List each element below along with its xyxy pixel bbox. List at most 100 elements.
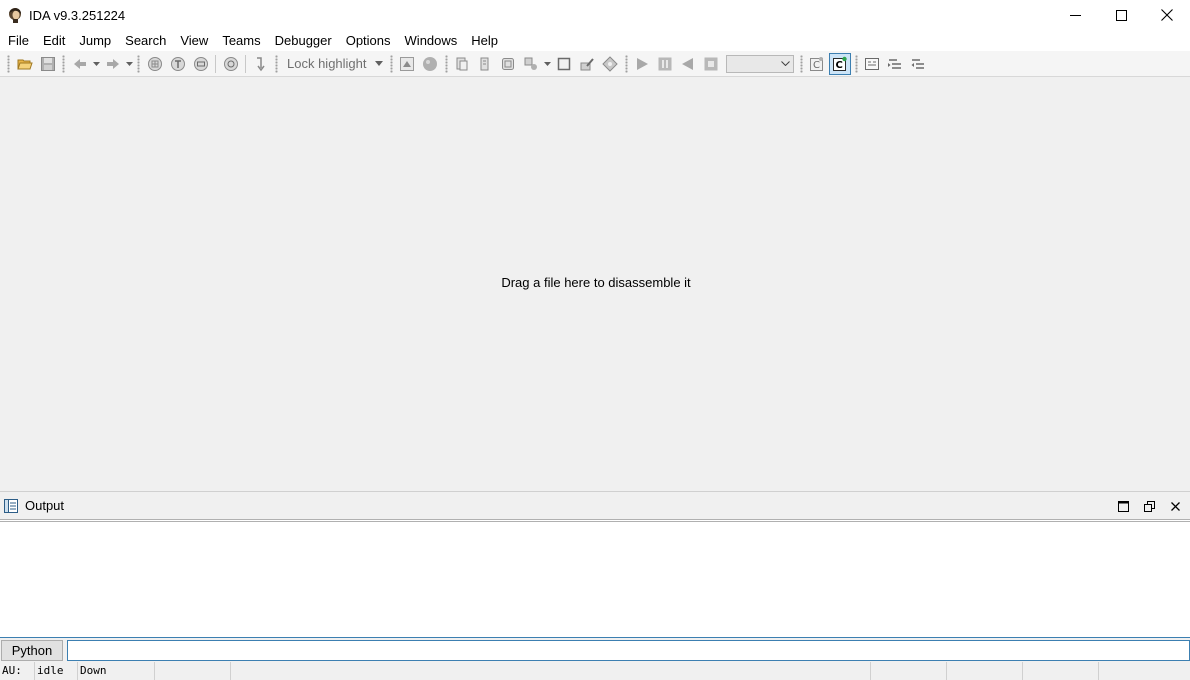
- graph-view-button[interactable]: [144, 53, 166, 75]
- forward-dropdown[interactable]: [124, 53, 134, 75]
- hex-view-button[interactable]: [220, 53, 242, 75]
- open-icon: [16, 59, 33, 69]
- maximize-icon: [1117, 500, 1129, 512]
- toolbar-grip[interactable]: [854, 54, 858, 73]
- navigate-up-button[interactable]: [396, 53, 418, 75]
- close-icon: [1161, 9, 1173, 21]
- pause-icon: [658, 57, 672, 70]
- output-float-button[interactable]: [1136, 496, 1162, 516]
- tool-dropdown[interactable]: [543, 53, 553, 75]
- diamond-icon: [602, 55, 618, 72]
- toolbar-grip[interactable]: [444, 54, 448, 73]
- step-back-icon: [682, 57, 693, 70]
- chevron-down-icon: [125, 61, 133, 66]
- maximize-button[interactable]: [1098, 0, 1144, 30]
- output-panel-controls: [1110, 496, 1188, 516]
- save-button[interactable]: [37, 53, 59, 75]
- window-controls: [1052, 0, 1190, 30]
- menu-view[interactable]: View: [173, 30, 215, 51]
- outline-button[interactable]: [861, 53, 883, 75]
- toolbar: Lock highlight C C: [0, 51, 1190, 77]
- status-bar: AU: idle Down: [0, 662, 1190, 680]
- command-line-input[interactable]: [67, 639, 1190, 661]
- copy-button[interactable]: [451, 53, 473, 75]
- toolbar-grip[interactable]: [389, 54, 393, 73]
- run-button[interactable]: [631, 53, 653, 75]
- toolbar-grip[interactable]: [137, 54, 140, 73]
- decompile-icon: C: [810, 56, 823, 71]
- status-cell-empty: [231, 662, 871, 680]
- indent-button[interactable]: [884, 53, 906, 75]
- output-maximize-button[interactable]: [1110, 496, 1136, 516]
- menu-file[interactable]: File: [1, 30, 36, 51]
- status-cell-empty: [155, 662, 231, 680]
- back-button[interactable]: [69, 53, 91, 75]
- open-button[interactable]: [14, 53, 36, 75]
- pseudocode-icon: C: [833, 56, 847, 71]
- menu-debugger[interactable]: Debugger: [268, 30, 339, 51]
- graph-icon: [147, 56, 162, 71]
- run-icon: [637, 57, 648, 70]
- output-panel-header: Output: [0, 491, 1190, 519]
- edit-button[interactable]: [576, 53, 598, 75]
- svg-text:C: C: [813, 60, 820, 71]
- forward-button[interactable]: [102, 53, 124, 75]
- disassembly-drop-area[interactable]: Drag a file here to disassemble it: [0, 77, 1190, 490]
- minimize-button[interactable]: [1052, 0, 1098, 30]
- toolbar-grip[interactable]: [7, 54, 10, 73]
- indent-icon: [888, 58, 901, 69]
- debugger-select[interactable]: [725, 54, 794, 73]
- edit-icon: [580, 57, 594, 70]
- paste-button[interactable]: [474, 53, 496, 75]
- menu-options[interactable]: Options: [339, 30, 398, 51]
- status-cell-empty: [1099, 662, 1179, 680]
- back-icon: [73, 58, 86, 69]
- chevron-down-icon: [92, 61, 100, 66]
- toolbar-grip[interactable]: [62, 54, 65, 73]
- ida-window: IDA v9.3.251224 File Edit Jump Search Vi…: [0, 0, 1190, 680]
- outdent-icon: [911, 58, 924, 69]
- toolbar-grip[interactable]: [799, 54, 803, 73]
- menu-search[interactable]: Search: [118, 30, 173, 51]
- pseudocode-button[interactable]: C: [829, 52, 851, 75]
- tool-button[interactable]: [520, 53, 542, 75]
- menu-jump[interactable]: Jump: [72, 30, 118, 51]
- navigate-up-icon: [400, 56, 414, 71]
- output-close-button[interactable]: [1162, 496, 1188, 516]
- cli-language-button[interactable]: Python: [1, 639, 63, 661]
- menu-teams[interactable]: Teams: [215, 30, 267, 51]
- record-icon: [423, 56, 437, 71]
- toolbar-separator: [245, 54, 246, 73]
- back-dropdown[interactable]: [91, 53, 101, 75]
- outdent-button[interactable]: [907, 53, 929, 75]
- menu-edit[interactable]: Edit: [36, 30, 72, 51]
- paste-icon: [480, 57, 489, 70]
- pause-button[interactable]: [654, 53, 676, 75]
- diamond-button[interactable]: [599, 53, 621, 75]
- close-button[interactable]: [1144, 0, 1190, 30]
- toolbar-grip[interactable]: [624, 54, 628, 73]
- step-button[interactable]: [250, 53, 272, 75]
- minimize-icon: [1069, 14, 1081, 16]
- toolbar-grip[interactable]: [275, 54, 278, 73]
- proximity-view-button[interactable]: [190, 53, 212, 75]
- window-button[interactable]: [553, 53, 575, 75]
- forward-icon: [106, 58, 119, 69]
- record-button[interactable]: [419, 53, 441, 75]
- step-back-button[interactable]: [677, 53, 699, 75]
- menu-help[interactable]: Help: [464, 30, 505, 51]
- frame-button[interactable]: [497, 53, 519, 75]
- status-cell-empty: [871, 662, 947, 680]
- lock-highlight-label: Lock highlight: [287, 56, 367, 71]
- stop-button[interactable]: [700, 53, 722, 75]
- svg-text:C: C: [836, 60, 843, 71]
- menu-windows[interactable]: Windows: [398, 30, 465, 51]
- output-log[interactable]: [0, 519, 1190, 637]
- autoanalysis-label: AU:: [0, 662, 35, 680]
- window-title: IDA v9.3.251224: [29, 7, 126, 23]
- decompile-button[interactable]: C: [806, 53, 828, 75]
- toolbar-separator: [215, 54, 216, 73]
- lock-highlight-dropdown[interactable]: Lock highlight: [281, 53, 387, 75]
- text-view-button[interactable]: [167, 53, 189, 75]
- title-bar[interactable]: IDA v9.3.251224: [0, 0, 1190, 30]
